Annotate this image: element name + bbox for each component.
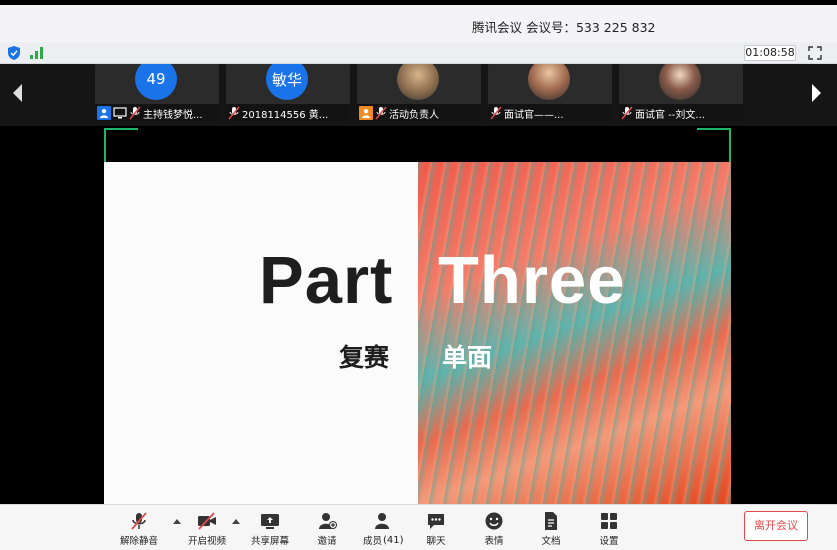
shield-icon[interactable]: [8, 46, 20, 60]
apps-grid-icon: [601, 513, 617, 529]
invite-label: 邀请: [317, 536, 337, 547]
unmute-label: 解除静音: [119, 536, 158, 547]
participant-label-row: 活动负责人: [357, 104, 481, 122]
participant-tile[interactable]: 面试官 --刘文...: [619, 64, 743, 122]
document-icon: [545, 512, 557, 530]
unmute-button[interactable]: 解除静音: [114, 509, 164, 549]
participant-name: 面试官——...: [504, 109, 564, 121]
participant-tile[interactable]: 敏华 2018114556 黄...: [226, 64, 350, 122]
mic-muted-icon: [129, 106, 141, 120]
mic-muted-icon: [375, 106, 387, 120]
participant-strip: 49 主持钱梦悦... 敏华 2018114556 黄... 活动负责人 面试官…: [0, 64, 837, 126]
share-frame-corner: [697, 128, 731, 130]
chat-button[interactable]: 聊天: [411, 509, 461, 549]
smiley-icon: [485, 512, 503, 530]
share-frame-corner: [729, 128, 731, 162]
members-icon: [375, 513, 389, 529]
shared-screen-stage: Part Three 复赛 单面: [0, 126, 837, 504]
participant-tile[interactable]: 活动负责人: [357, 64, 481, 122]
participant-label-row: 2018114556 黄...: [226, 104, 350, 122]
video-off-icon: [198, 512, 216, 530]
slide-subheading-left: 复赛: [339, 343, 390, 372]
docs-button[interactable]: 文档: [526, 509, 576, 549]
meeting-timer: 01:08:58: [744, 45, 796, 61]
chat-label: 聊天: [426, 536, 446, 547]
participant-label-row: 面试官 --刘文...: [619, 104, 743, 122]
share-frame-corner: [104, 128, 138, 130]
fullscreen-icon[interactable]: [808, 46, 822, 60]
participant-name: 主持钱梦悦...: [143, 109, 203, 121]
mic-muted-icon: [228, 106, 240, 120]
mic-muted-icon: [621, 106, 633, 120]
slide-artwork: [418, 162, 731, 504]
slide-heading-left: Part: [259, 243, 394, 318]
avatar: 49: [135, 64, 177, 100]
members-count: (41): [383, 535, 404, 546]
participant-name: 活动负责人: [389, 109, 439, 121]
participant-label-row: 面试官——...: [488, 104, 612, 122]
mic-muted-icon: [490, 106, 502, 120]
screen-share-icon: [113, 107, 127, 119]
avatar: 敏华: [266, 64, 308, 100]
share-screen-button[interactable]: 共享屏幕: [245, 509, 295, 549]
chat-icon: [428, 514, 444, 529]
start-video-label: 开启视频: [187, 536, 226, 547]
start-video-button[interactable]: 开启视频: [182, 509, 232, 549]
participant-tile[interactable]: 面试官——...: [488, 64, 612, 122]
invite-button[interactable]: 邀请: [302, 509, 352, 549]
mic-muted-icon: [131, 512, 147, 530]
user-icon: [97, 106, 111, 120]
reactions-button[interactable]: 表情: [469, 509, 519, 549]
share-screen-label: 共享屏幕: [250, 536, 289, 547]
meeting-toolbar: 解除静音 开启视频 共享屏幕 邀请 成员 (41) 聊天 表情 文档 设置 离开…: [0, 504, 837, 550]
signal-icon[interactable]: [30, 47, 44, 59]
avatar: [528, 64, 570, 100]
share-screen-icon: [261, 514, 279, 529]
title-bar: 腾讯会议 会议号：533 225 832: [0, 0, 837, 42]
participant-name: 面试官 --刘文...: [635, 109, 705, 121]
avatar: [659, 64, 701, 100]
presentation-slide: Part Three 复赛 单面: [104, 162, 731, 504]
reactions-label: 表情: [484, 536, 504, 547]
settings-label: 设置: [599, 536, 619, 547]
caret-up-icon[interactable]: [232, 518, 240, 524]
chevron-left-icon[interactable]: [8, 78, 28, 108]
chevron-right-icon[interactable]: [806, 78, 826, 108]
leave-meeting-button[interactable]: 离开会议: [744, 511, 808, 541]
participant-label-row: 主持钱梦悦...: [95, 104, 219, 122]
add-user-icon: [319, 513, 337, 529]
slide-heading-right: Three: [438, 243, 626, 318]
caret-up-icon[interactable]: [173, 518, 181, 524]
user-icon: [359, 106, 373, 120]
participant-tile[interactable]: 49 主持钱梦悦...: [95, 64, 219, 122]
participant-name: 2018114556 黄...: [242, 109, 329, 121]
status-bar: 01:08:58: [0, 42, 837, 64]
slide-subheading-right: 单面: [442, 343, 493, 372]
share-frame-corner: [104, 128, 106, 162]
settings-button[interactable]: 设置: [584, 509, 634, 549]
docs-label: 文档: [541, 536, 561, 547]
avatar: [397, 64, 439, 100]
window-title: 腾讯会议 会议号：533 225 832: [472, 20, 656, 35]
